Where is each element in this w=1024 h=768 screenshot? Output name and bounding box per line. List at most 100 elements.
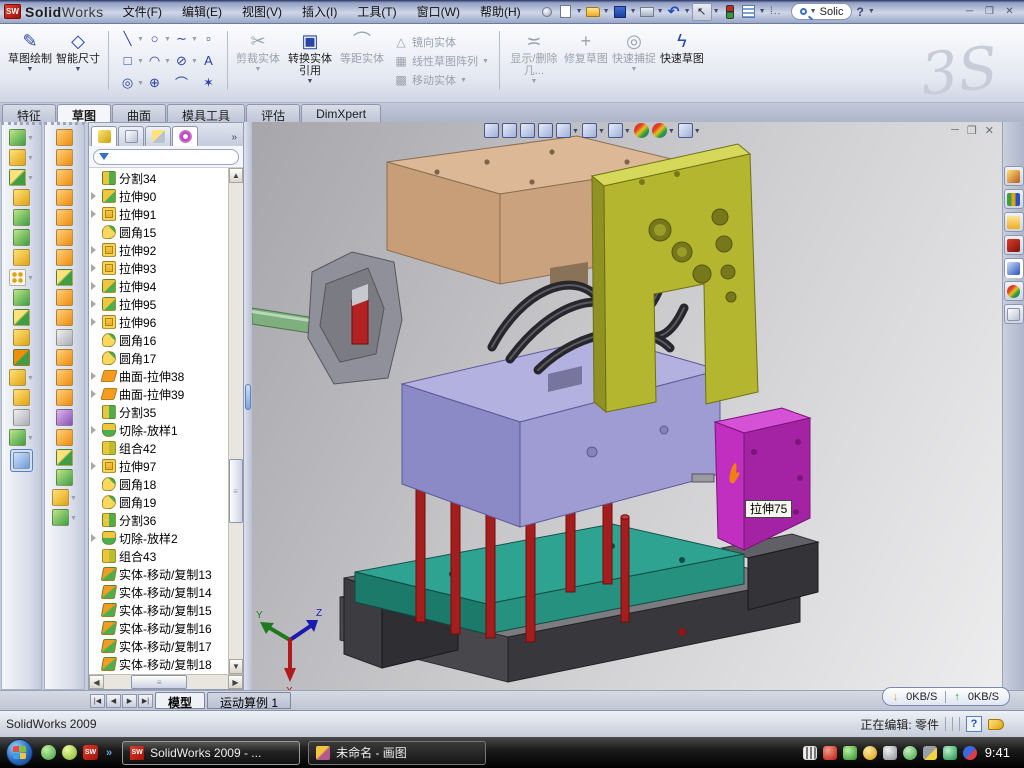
tray-icon[interactable] — [823, 746, 837, 760]
dropdown-arrow-icon[interactable]: ▼ — [759, 8, 766, 15]
quick-launch-icon[interactable] — [41, 745, 56, 760]
ribbon-tab[interactable]: DimXpert — [301, 104, 381, 122]
feature-tree-item[interactable]: 拉伸90 — [89, 187, 228, 205]
tree-filter-input[interactable] — [93, 149, 239, 165]
sketch-entity-icon[interactable]: ⊘ — [173, 52, 190, 69]
rebuild-traffic-light-icon[interactable] — [721, 3, 739, 20]
close-button[interactable]: ✕ — [1001, 4, 1018, 19]
dropdown-arrow-icon[interactable]: ▼ — [70, 495, 77, 502]
feature-tree-item[interactable]: 圆角17 — [89, 349, 228, 367]
scrollbar-thumb[interactable]: ≡ — [229, 459, 243, 523]
sketch-entity-icon[interactable]: ∼ — [173, 30, 190, 47]
tray-icon[interactable] — [943, 746, 957, 760]
menu-item[interactable]: 编辑(E) — [173, 0, 231, 23]
tree-horizontal-scrollbar[interactable]: ◀ ≡ ▶ — [89, 674, 243, 689]
dropdown-arrow-icon[interactable]: ▼ — [70, 515, 77, 522]
scroll-right-icon[interactable]: ▶ — [228, 675, 243, 689]
design-library-tab[interactable] — [1004, 189, 1024, 209]
feature-tree-item[interactable]: 拉伸96 — [89, 313, 228, 331]
scroll-up-icon[interactable]: ▲ — [229, 168, 243, 183]
menu-item[interactable]: 文件(F) — [114, 0, 171, 23]
sketch-entity-icon[interactable]: ⌒ — [173, 74, 190, 91]
doc-close-button[interactable]: ✕ — [985, 124, 994, 137]
command-button[interactable]: ◇ 智能尺寸 ▼ — [54, 27, 102, 94]
expand-arrow-icon[interactable] — [91, 279, 99, 293]
feature-tree-item[interactable]: 切除-放样2 — [89, 529, 228, 547]
feature-tree-item[interactable]: 组合42 — [89, 439, 228, 457]
feature-tree-item[interactable]: 分割34 — [89, 169, 228, 187]
help-icon[interactable]: ? — [852, 5, 867, 19]
dropdown-arrow-icon[interactable]: ▼ — [530, 78, 537, 85]
manager-tab[interactable] — [145, 126, 171, 146]
quick-launch-icon[interactable] — [62, 745, 77, 760]
ribbon-tab[interactable]: 模具工具 — [167, 104, 245, 122]
feature-tree-item[interactable]: 组合43 — [89, 547, 228, 565]
menu-item[interactable]: 工具(T) — [348, 0, 405, 23]
custom-properties-tab[interactable] — [1004, 304, 1024, 324]
dropdown-arrow-icon[interactable]: ▼ — [624, 128, 631, 135]
command-row[interactable]: ▩ 移动实体 ▼ — [394, 72, 489, 88]
document-tab[interactable]: 模型 — [155, 692, 205, 709]
dropdown-arrow-icon[interactable]: ▼ — [137, 36, 144, 43]
dropdown-arrow-icon[interactable]: ▼ — [27, 375, 34, 382]
sketch-entity-icon[interactable]: ○ — [146, 30, 163, 47]
save-icon[interactable] — [611, 3, 629, 20]
dropdown-arrow-icon[interactable]: ▼ — [27, 435, 34, 442]
start-button[interactable] — [6, 739, 33, 766]
help-dropdown-icon[interactable]: ▼ — [868, 8, 875, 15]
feature-tree-item[interactable]: 分割36 — [89, 511, 228, 529]
select-icon[interactable]: ↖ — [692, 3, 712, 21]
manager-tab[interactable] — [118, 126, 144, 146]
scroll-down-icon[interactable]: ▼ — [229, 659, 243, 674]
sketch-entity-icon[interactable]: ◎ — [119, 74, 136, 91]
dropdown-arrow-icon[interactable]: ▼ — [713, 8, 720, 15]
dropdown-arrow-icon[interactable]: ▼ — [598, 128, 605, 135]
doc-restore-button[interactable]: ❐ — [967, 124, 977, 137]
undo-icon[interactable]: ↶ — [665, 3, 683, 20]
view-palette-tab[interactable] — [1004, 258, 1024, 278]
restore-button[interactable]: ❐ — [981, 4, 998, 19]
sketch-entity-icon[interactable]: ▫ — [200, 30, 217, 47]
expand-arrow-icon[interactable] — [91, 369, 99, 383]
print-icon[interactable] — [638, 3, 656, 20]
dropdown-arrow-icon[interactable]: ▼ — [684, 8, 691, 15]
tab-nav-button[interactable]: ◀ — [106, 694, 121, 708]
dropdown-arrow-icon[interactable]: ▼ — [668, 128, 675, 135]
expand-arrow-icon[interactable] — [91, 423, 99, 437]
command-button[interactable]: + 修复草图 ▼ — [562, 27, 610, 94]
gray-clamp-block[interactable] — [308, 252, 402, 384]
feature-tree-item[interactable]: 圆角15 — [89, 223, 228, 241]
open-icon[interactable] — [584, 3, 602, 20]
tray-icon[interactable] — [803, 746, 817, 760]
command-button[interactable]: ✂ 剪裁实体 ▼ — [234, 27, 282, 94]
dropdown-arrow-icon[interactable]: ▼ — [27, 175, 34, 182]
dropdown-arrow-icon[interactable]: ▼ — [27, 135, 34, 142]
expand-arrow-icon[interactable] — [91, 459, 99, 473]
command-button[interactable]: ✎ 草图绘制 ▼ — [6, 27, 54, 94]
command-button[interactable]: ⌒ 等距实体 ▼ — [338, 27, 386, 94]
command-button[interactable]: ◎ 快速捕捉 ▼ — [610, 27, 658, 94]
expand-arrow-icon[interactable] — [91, 531, 99, 545]
command-row[interactable]: ▦ 线性草图阵列 ▼ — [394, 53, 489, 69]
sprue-rod[interactable] — [252, 308, 316, 334]
dropdown-arrow-icon[interactable]: ▼ — [630, 66, 637, 73]
menu-item[interactable]: 插入(I) — [293, 0, 346, 23]
command-button[interactable]: ≍ 显示/删除几... ▼ — [506, 27, 562, 94]
feature-tree-item[interactable]: 圆角18 — [89, 475, 228, 493]
ribbon-tab[interactable]: 评估 — [246, 104, 300, 122]
doc-minimize-button[interactable]: ─ — [951, 124, 959, 137]
ribbon-tab[interactable]: 草图 — [57, 104, 111, 122]
feature-tree-item[interactable]: 拉伸94 — [89, 277, 228, 295]
search-box[interactable]: ▼ Solic — [791, 3, 853, 20]
expand-arrow-icon[interactable] — [91, 243, 99, 257]
feature-tree-item[interactable]: 拉伸97 — [89, 457, 228, 475]
feature-tree-item[interactable]: 实体-移动/复制16 — [89, 619, 228, 637]
toolbox-tab[interactable] — [1004, 235, 1024, 255]
minimize-button[interactable]: ─ — [961, 4, 978, 19]
dropdown-arrow-icon[interactable]: ▼ — [75, 66, 82, 73]
feature-tree-item[interactable]: 实体-移动/复制17 — [89, 637, 228, 655]
pin-icon[interactable] — [538, 3, 556, 20]
dropdown-arrow-icon[interactable]: ▼ — [137, 58, 144, 65]
dropdown-arrow-icon[interactable]: ▼ — [482, 58, 489, 65]
ribbon-tab[interactable]: 曲面 — [112, 104, 166, 122]
